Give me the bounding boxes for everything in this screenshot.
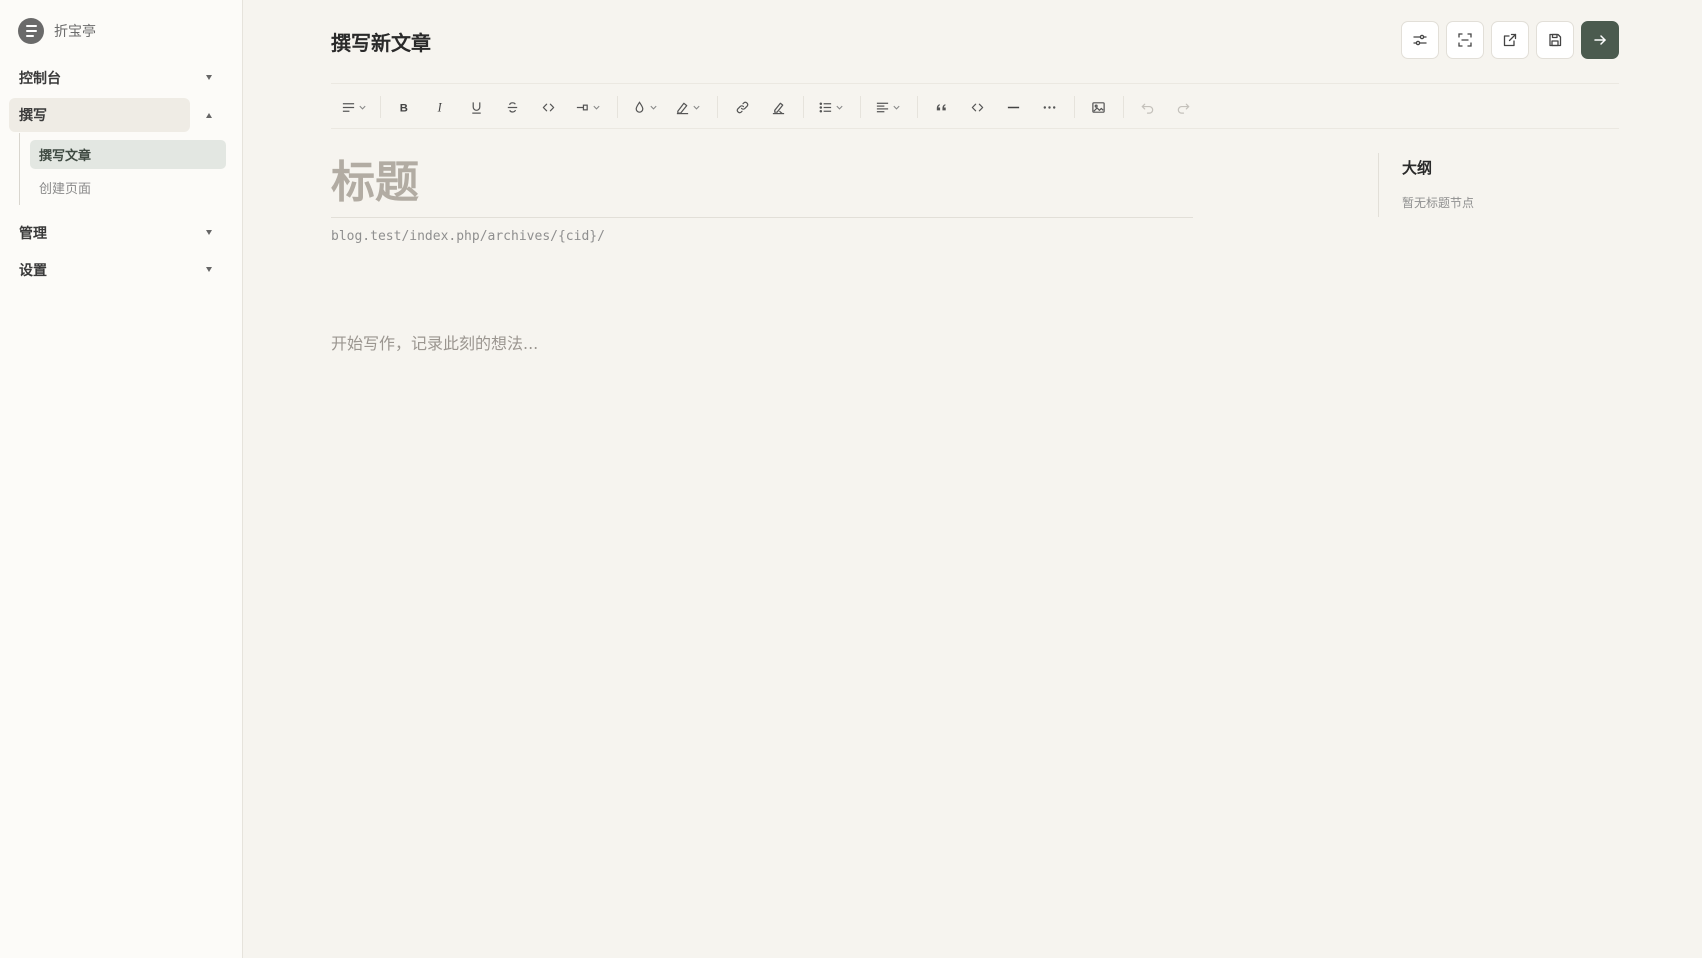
link-icon <box>736 101 748 113</box>
toolbar-divider <box>917 96 918 118</box>
code-block-button[interactable] <box>965 95 989 119</box>
strikethrough-button[interactable] <box>500 95 524 119</box>
chevron-down-icon <box>650 105 657 110</box>
sidebar-subitem-label: 创建页面 <box>39 182 92 197</box>
menu-icon[interactable] <box>18 18 44 44</box>
underline-button[interactable] <box>464 95 488 119</box>
background-color-button[interactable] <box>672 95 704 119</box>
preview-button[interactable] <box>1491 21 1529 59</box>
caret-down-icon[interactable] <box>206 75 212 80</box>
align-button[interactable] <box>872 95 904 119</box>
redo-icon <box>1177 103 1189 114</box>
undo-button[interactable] <box>1135 95 1159 119</box>
redo-button[interactable] <box>1171 95 1195 119</box>
undo-icon <box>1141 103 1153 114</box>
brand[interactable]: 折宝亭 <box>18 18 96 44</box>
inline-code-button[interactable] <box>536 95 560 119</box>
paragraph-style-icon <box>342 102 355 112</box>
inline-code-icon <box>542 103 554 111</box>
settings-button[interactable] <box>1401 21 1439 59</box>
font-color-icon <box>635 100 644 113</box>
sidebar-item-settings[interactable]: 设置 <box>9 253 190 287</box>
outline-empty-text: 暂无标题节点 <box>1402 196 1475 210</box>
clear-format-icon <box>772 102 784 114</box>
publish-arrow-icon <box>1594 35 1606 45</box>
page-title: 撰写新文章 <box>331 31 431 55</box>
list-icon <box>819 101 832 113</box>
align-icon <box>876 102 889 112</box>
caret-up-icon[interactable] <box>206 113 212 118</box>
link-button[interactable] <box>730 95 754 119</box>
caret-down-icon[interactable] <box>206 267 212 272</box>
underline-icon <box>471 101 481 114</box>
chevron-down-icon <box>359 105 366 110</box>
editor-toolbar: B I <box>331 83 1619 129</box>
title-input[interactable]: 标题 <box>331 152 1193 218</box>
image-icon <box>1091 101 1105 113</box>
bold-icon: B <box>399 102 407 114</box>
background-color-icon <box>676 102 689 114</box>
list-button[interactable] <box>815 95 847 119</box>
sidebar-subitem-create-page[interactable]: 创建页面 <box>30 173 226 202</box>
bold-button[interactable]: B <box>391 95 415 119</box>
sidebar-item-label: 撰写 <box>19 108 47 124</box>
sidebar-item-label: 管理 <box>19 226 47 242</box>
focus-mode-button[interactable] <box>1446 21 1484 59</box>
toolbar-divider <box>717 96 718 118</box>
blockquote-button[interactable] <box>929 95 953 119</box>
chevron-down-icon <box>593 105 600 110</box>
settings-sliders-icon <box>1413 34 1427 46</box>
italic-button[interactable]: I <box>427 95 451 119</box>
sidebar: 折宝亭 控制台 撰写 撰写文章 创建页面 管理 设置 <box>0 0 243 958</box>
outline-panel: 大纲 暂无标题节点 <box>1378 153 1474 217</box>
toolbar-divider <box>380 96 381 118</box>
highlight-dropdown-icon <box>576 104 588 110</box>
svg-text:B: B <box>399 102 407 114</box>
strikethrough-icon <box>507 101 517 113</box>
brand-name: 折宝亭 <box>54 24 96 40</box>
submenu-guide-line <box>19 133 20 205</box>
sidebar-item-label: 控制台 <box>19 71 61 87</box>
chevron-down-icon <box>893 105 900 110</box>
blockquote-icon <box>936 103 946 110</box>
more-icon <box>1043 105 1055 109</box>
save-draft-button[interactable] <box>1536 21 1574 59</box>
sidebar-subitem-write-post[interactable]: 撰写文章 <box>30 140 226 169</box>
editor-body[interactable]: 开始写作，记录此刻的想法... <box>331 330 538 354</box>
image-button[interactable] <box>1086 95 1110 119</box>
sidebar-item-manage[interactable]: 管理 <box>9 216 190 250</box>
code-block-icon <box>971 103 983 111</box>
toolbar-divider <box>860 96 861 118</box>
focus-mode-icon <box>1458 33 1472 47</box>
caret-down-icon[interactable] <box>206 230 212 235</box>
sidebar-item-dashboard[interactable]: 控制台 <box>9 61 190 95</box>
chevron-down-icon <box>836 105 843 110</box>
highlight-dropdown-button[interactable] <box>572 95 604 119</box>
toolbar-divider <box>1074 96 1075 118</box>
more-button[interactable] <box>1037 95 1061 119</box>
italic-icon: I <box>436 100 442 114</box>
sidebar-subitem-label: 撰写文章 <box>39 149 92 164</box>
toolbar-divider <box>617 96 618 118</box>
toolbar-divider <box>1123 96 1124 118</box>
outline-title: 大纲 <box>1402 159 1433 177</box>
horizontal-rule-icon <box>1007 106 1019 108</box>
svg-text:I: I <box>436 100 442 114</box>
save-draft-icon <box>1549 33 1562 47</box>
permalink-slug[interactable]: blog.test/index.php/archives/{cid}/ <box>331 229 605 244</box>
font-color-button[interactable] <box>629 95 661 119</box>
external-preview-icon <box>1503 33 1517 47</box>
paragraph-style-button[interactable] <box>339 95 369 119</box>
sidebar-item-label: 设置 <box>19 263 47 279</box>
clear-format-button[interactable] <box>766 95 790 119</box>
chevron-down-icon <box>693 105 700 110</box>
sidebar-item-write[interactable]: 撰写 <box>9 98 190 132</box>
toolbar-divider <box>803 96 804 118</box>
horizontal-rule-button[interactable] <box>1001 95 1025 119</box>
publish-button[interactable] <box>1581 21 1619 59</box>
